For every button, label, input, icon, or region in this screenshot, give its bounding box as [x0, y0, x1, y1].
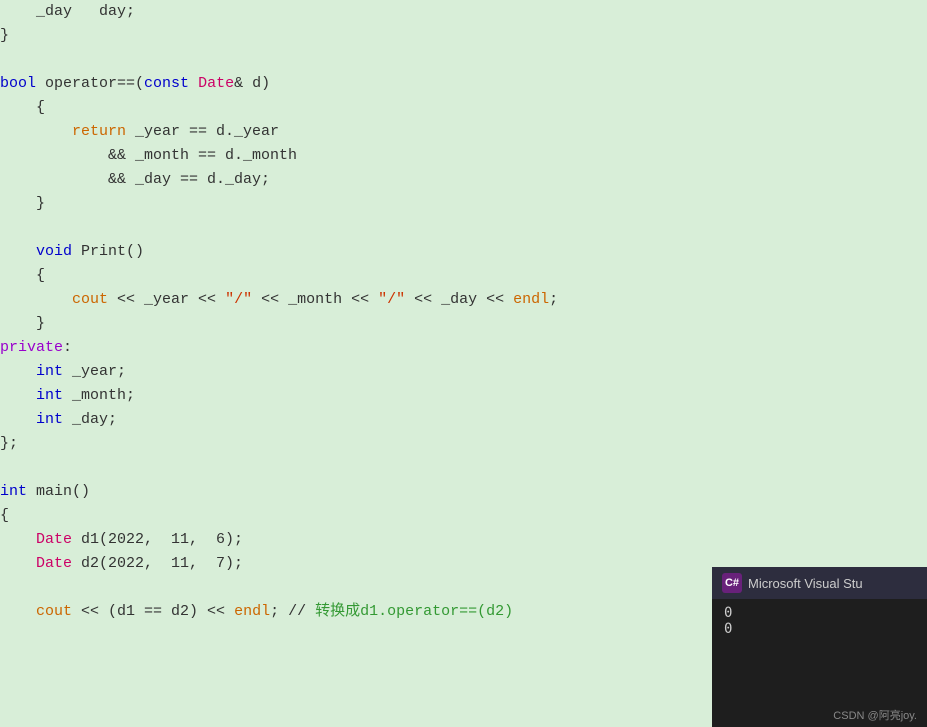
code-line: }: [0, 192, 927, 216]
output-line-2: 0: [724, 621, 915, 637]
code-line: cout << _year << "/" << _month << "/" <<…: [0, 288, 927, 312]
code-line-text: [0, 216, 927, 239]
code-line: }: [0, 312, 927, 336]
code-line: private:: [0, 336, 927, 360]
code-line: return _year == d._year: [0, 120, 927, 144]
code-line-text: {: [0, 504, 927, 527]
code-content: _day day;} bool operator==(const Date& d…: [0, 0, 927, 624]
code-line: bool operator==(const Date& d): [0, 72, 927, 96]
code-line-text: }: [0, 24, 927, 47]
code-line: [0, 456, 927, 480]
code-line: };: [0, 432, 927, 456]
code-line-text: Date d1(2022, 11, 6);: [0, 528, 927, 551]
code-line-text: cout << _year << "/" << _month << "/" <<…: [0, 288, 927, 311]
code-line-text: bool operator==(const Date& d): [0, 72, 927, 95]
code-line-text: _day day;: [0, 0, 927, 23]
code-line-text: private:: [0, 336, 927, 359]
code-line: {: [0, 264, 927, 288]
side-panel-output: 0 0: [712, 599, 927, 703]
code-line: int _year;: [0, 360, 927, 384]
code-line-text: [0, 48, 927, 71]
side-panel: C# Microsoft Visual Stu 0 0 CSDN @阿亮joy.: [712, 567, 927, 727]
code-line: }: [0, 24, 927, 48]
code-line-text: && _month == d._month: [0, 144, 927, 167]
code-line-text: }: [0, 312, 927, 335]
code-line: {: [0, 96, 927, 120]
code-line: [0, 216, 927, 240]
code-line-text: int _year;: [0, 360, 927, 383]
side-panel-title-text: Microsoft Visual Stu: [748, 576, 863, 591]
code-line: && _day == d._day;: [0, 168, 927, 192]
code-line-text: return _year == d._year: [0, 120, 927, 143]
code-line: int _day;: [0, 408, 927, 432]
code-line: _day day;: [0, 0, 927, 24]
code-line-text: {: [0, 264, 927, 287]
code-line: Date d1(2022, 11, 6);: [0, 528, 927, 552]
code-line-text: int main(): [0, 480, 927, 503]
side-panel-footer: CSDN @阿亮joy.: [712, 703, 927, 727]
output-line-1: 0: [724, 605, 915, 621]
code-line-text: }: [0, 192, 927, 215]
code-line-text: && _day == d._day;: [0, 168, 927, 191]
code-line: void Print(): [0, 240, 927, 264]
side-panel-title: C# Microsoft Visual Stu: [712, 567, 927, 599]
code-line-text: void Print(): [0, 240, 927, 263]
code-line: [0, 48, 927, 72]
code-line-text: int _day;: [0, 408, 927, 431]
code-line-text: int _month;: [0, 384, 927, 407]
code-line: {: [0, 504, 927, 528]
code-line-text: };: [0, 432, 927, 455]
vs-icon: C#: [722, 573, 742, 593]
code-line-text: [0, 456, 927, 479]
code-line: int _month;: [0, 384, 927, 408]
code-line: && _month == d._month: [0, 144, 927, 168]
code-line: int main(): [0, 480, 927, 504]
code-line-text: {: [0, 96, 927, 119]
